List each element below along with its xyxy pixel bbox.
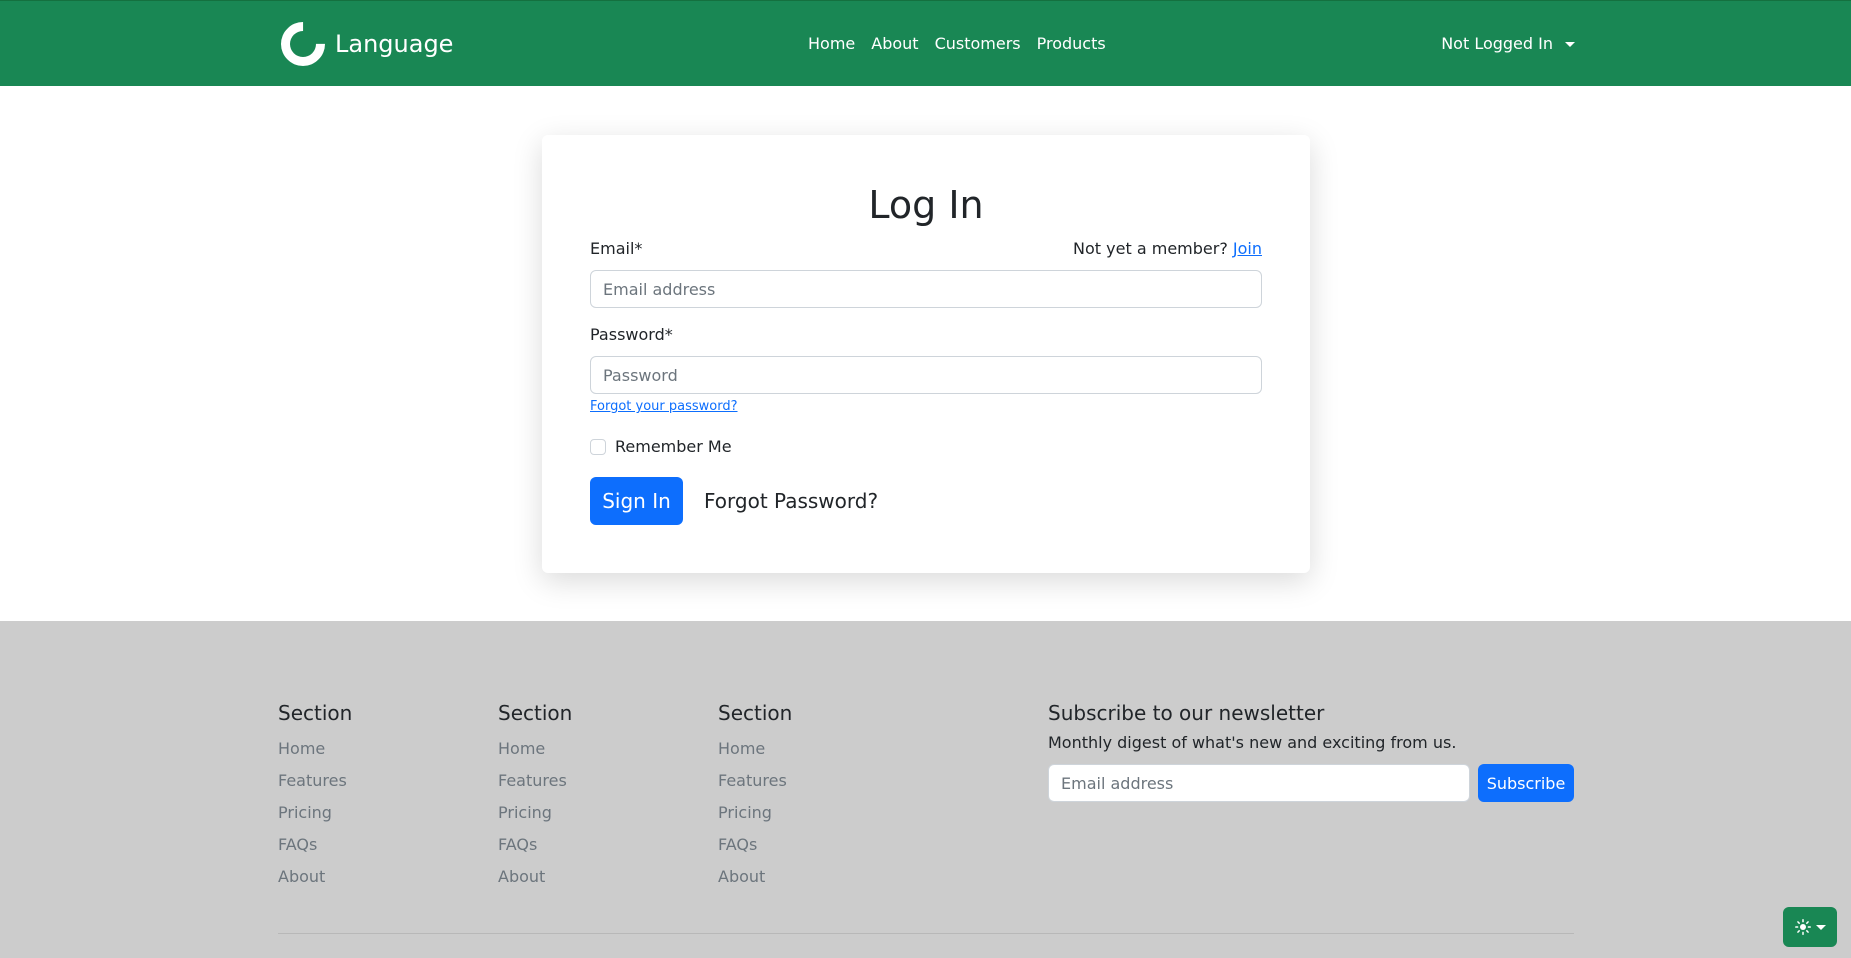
newsletter-form: Subscribe	[1048, 764, 1574, 802]
brand-name: Language	[335, 30, 454, 58]
brand-link[interactable]: Language	[271, 12, 454, 76]
footer-section-title: Section	[498, 701, 573, 725]
footer-link-pricing[interactable]: Pricing	[498, 797, 572, 829]
footer-link-features[interactable]: Features	[718, 765, 792, 797]
email-label: Email*	[590, 239, 643, 258]
user-menu-dropdown[interactable]: Not Logged In	[1441, 31, 1575, 57]
remember-me: Remember Me	[590, 437, 732, 456]
nav-link-customers[interactable]: Customers	[927, 31, 1029, 57]
footer-divider	[278, 933, 1574, 934]
subscribe-button[interactable]: Subscribe	[1478, 764, 1574, 802]
remember-me-checkbox[interactable]	[590, 438, 606, 455]
nav-link-products[interactable]: Products	[1029, 31, 1114, 57]
forgot-password-button[interactable]: Forgot Password?	[704, 489, 878, 513]
sign-in-button[interactable]: Sign In	[590, 477, 683, 525]
password-label: Password*	[590, 325, 673, 344]
footer-section-title: Section	[278, 701, 353, 725]
newsletter-title: Subscribe to our newsletter	[1048, 701, 1325, 725]
footer-link-home[interactable]: Home	[278, 733, 352, 765]
footer-link-features[interactable]: Features	[498, 765, 572, 797]
footer-link-faqs[interactable]: FAQs	[498, 829, 572, 861]
newsletter-email-input[interactable]	[1048, 764, 1470, 802]
chevron-down-icon	[1565, 41, 1575, 47]
email-field[interactable]	[590, 270, 1262, 308]
footer-link-faqs[interactable]: FAQs	[278, 829, 352, 861]
footer-link-pricing[interactable]: Pricing	[718, 797, 792, 829]
brand-logo-icon	[271, 12, 335, 76]
footer-link-faqs[interactable]: FAQs	[718, 829, 792, 861]
password-field[interactable]	[590, 356, 1262, 394]
footer-section-3: Section Home Features Pricing FAQs About	[718, 701, 792, 893]
member-note: Not yet a member? Join	[1073, 239, 1262, 258]
join-link[interactable]: Join	[1233, 239, 1262, 258]
user-menu-label: Not Logged In	[1441, 34, 1553, 53]
login-card: Log In Email* Not yet a member? Join Pas…	[542, 135, 1310, 573]
remember-me-label: Remember Me	[615, 437, 732, 456]
nav-link-home[interactable]: Home	[800, 31, 863, 57]
footer-link-pricing[interactable]: Pricing	[278, 797, 352, 829]
forgot-password-link[interactable]: Forgot your password?	[590, 399, 738, 414]
chevron-down-icon	[1815, 924, 1826, 930]
theme-toggle-button[interactable]	[1783, 907, 1837, 947]
nav-links: Home About Customers Products	[800, 31, 1114, 57]
sun-icon	[1794, 919, 1811, 935]
footer-link-features[interactable]: Features	[278, 765, 352, 797]
footer-section-1: Section Home Features Pricing FAQs About	[278, 701, 352, 893]
footer: Section Home Features Pricing FAQs About…	[0, 621, 1851, 958]
footer-link-home[interactable]: Home	[498, 733, 572, 765]
newsletter: Subscribe to our newsletter Monthly dige…	[1048, 701, 1574, 802]
footer-link-about[interactable]: About	[718, 861, 792, 893]
footer-link-about[interactable]: About	[278, 861, 352, 893]
footer-link-home[interactable]: Home	[718, 733, 792, 765]
footer-section-2: Section Home Features Pricing FAQs About	[498, 701, 572, 893]
member-prompt: Not yet a member?	[1073, 239, 1228, 258]
footer-link-about[interactable]: About	[498, 861, 572, 893]
footer-section-title: Section	[718, 701, 793, 725]
nav-link-about[interactable]: About	[863, 31, 926, 57]
newsletter-description: Monthly digest of what's new and excitin…	[1048, 733, 1457, 752]
page-title: Log In	[868, 183, 984, 227]
navbar: Language Home About Customers Products N…	[0, 0, 1851, 86]
